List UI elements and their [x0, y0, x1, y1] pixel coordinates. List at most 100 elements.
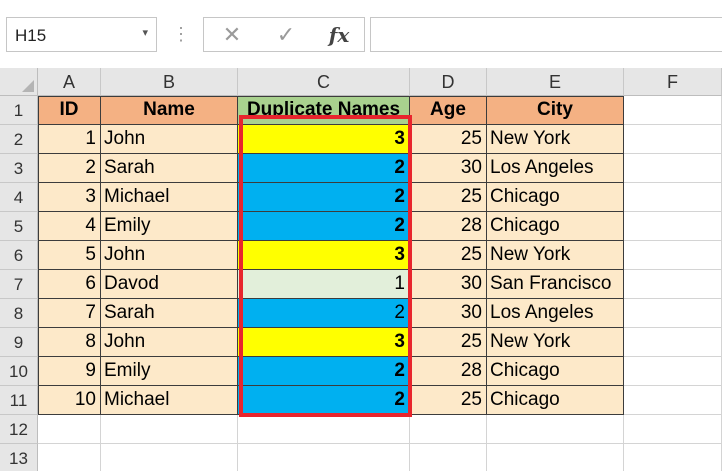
empty-cell[interactable] — [101, 444, 238, 471]
cell-city[interactable]: Chicago — [487, 386, 624, 415]
empty-cell[interactable] — [38, 415, 101, 444]
cell-dup[interactable]: 3 — [238, 125, 410, 154]
empty-cell[interactable] — [238, 415, 410, 444]
row-header-4[interactable]: 4 — [0, 183, 38, 212]
row-header-8[interactable]: 8 — [0, 299, 38, 328]
table-header-age[interactable]: Age — [410, 96, 487, 125]
cell-dup[interactable]: 2 — [238, 212, 410, 241]
cell-name[interactable]: John — [101, 328, 238, 357]
row-header-6[interactable]: 6 — [0, 241, 38, 270]
empty-cell[interactable] — [624, 154, 722, 183]
enter-check-icon[interactable]: ✓ — [266, 20, 306, 50]
cell-id[interactable]: 10 — [38, 386, 101, 415]
cell-id[interactable]: 6 — [38, 270, 101, 299]
row-header-10[interactable]: 10 — [0, 357, 38, 386]
empty-cell[interactable] — [410, 415, 487, 444]
cell-name[interactable]: Sarah — [101, 154, 238, 183]
cell-age[interactable]: 25 — [410, 328, 487, 357]
row-header-11[interactable]: 11 — [0, 386, 38, 415]
cell-dup[interactable]: 1 — [238, 270, 410, 299]
cell-age[interactable]: 25 — [410, 386, 487, 415]
empty-cell[interactable] — [487, 444, 624, 471]
empty-cell[interactable] — [624, 270, 722, 299]
cell-name[interactable]: Davod — [101, 270, 238, 299]
cell-dup[interactable]: 2 — [238, 154, 410, 183]
cell-name[interactable]: Emily — [101, 212, 238, 241]
empty-cell[interactable] — [624, 415, 722, 444]
empty-cell[interactable] — [487, 415, 624, 444]
column-header-a[interactable]: A — [38, 68, 101, 96]
empty-cell[interactable] — [238, 444, 410, 471]
row-header-1[interactable]: 1 — [0, 96, 38, 125]
empty-cell[interactable] — [624, 183, 722, 212]
empty-cell[interactable] — [624, 212, 722, 241]
cell-age[interactable]: 25 — [410, 183, 487, 212]
empty-cell[interactable] — [624, 125, 722, 154]
cell-name[interactable]: John — [101, 241, 238, 270]
empty-cell[interactable] — [101, 415, 238, 444]
empty-cell[interactable] — [624, 444, 722, 471]
row-header-3[interactable]: 3 — [0, 154, 38, 183]
cell-dup[interactable]: 2 — [238, 357, 410, 386]
row-header-5[interactable]: 5 — [0, 212, 38, 241]
drag-handle-icon[interactable]: ⋮ — [172, 21, 190, 47]
column-header-d[interactable]: D — [410, 68, 487, 96]
select-all-corner[interactable] — [0, 68, 38, 96]
table-header-name[interactable]: Name — [101, 96, 238, 125]
empty-cell[interactable] — [624, 328, 722, 357]
cell-age[interactable]: 30 — [410, 299, 487, 328]
column-header-c[interactable]: C — [238, 68, 410, 96]
cell-id[interactable]: 7 — [38, 299, 101, 328]
table-header-city[interactable]: City — [487, 96, 624, 125]
empty-cell[interactable] — [624, 299, 722, 328]
empty-cell[interactable] — [624, 241, 722, 270]
cell-dup[interactable]: 3 — [238, 328, 410, 357]
cell-dup[interactable]: 2 — [238, 299, 410, 328]
chevron-down-icon[interactable]: ▾ — [142, 26, 148, 39]
cell-age[interactable]: 30 — [410, 154, 487, 183]
cell-city[interactable]: Chicago — [487, 212, 624, 241]
cell-name[interactable]: Sarah — [101, 299, 238, 328]
row-header-12[interactable]: 12 — [0, 415, 38, 444]
table-header-dup[interactable]: Duplicate Names — [238, 96, 410, 125]
cell-id[interactable]: 2 — [38, 154, 101, 183]
cell-age[interactable]: 28 — [410, 357, 487, 386]
cell-age[interactable]: 28 — [410, 212, 487, 241]
cell-age[interactable]: 30 — [410, 270, 487, 299]
cell-name[interactable]: Michael — [101, 183, 238, 212]
cell-id[interactable]: 5 — [38, 241, 101, 270]
cell-city[interactable]: Chicago — [487, 357, 624, 386]
cell-city[interactable]: New York — [487, 125, 624, 154]
row-header-2[interactable]: 2 — [0, 125, 38, 154]
cell-city[interactable]: New York — [487, 241, 624, 270]
cell-city[interactable]: New York — [487, 328, 624, 357]
cell-city[interactable]: Chicago — [487, 183, 624, 212]
cell-age[interactable]: 25 — [410, 241, 487, 270]
cell-dup[interactable]: 2 — [238, 386, 410, 415]
empty-cell[interactable] — [624, 96, 722, 125]
cell-dup[interactable]: 3 — [238, 241, 410, 270]
table-header-id[interactable]: ID — [38, 96, 101, 125]
empty-cell[interactable] — [38, 444, 101, 471]
cell-city[interactable]: Los Angeles — [487, 299, 624, 328]
empty-cell[interactable] — [410, 444, 487, 471]
row-header-9[interactable]: 9 — [0, 328, 38, 357]
empty-cell[interactable] — [624, 386, 722, 415]
cell-city[interactable]: Los Angeles — [487, 154, 624, 183]
column-header-e[interactable]: E — [487, 68, 624, 96]
cell-dup[interactable]: 2 — [238, 183, 410, 212]
cell-id[interactable]: 8 — [38, 328, 101, 357]
cell-id[interactable]: 9 — [38, 357, 101, 386]
insert-function-icon[interactable]: fx — [319, 20, 359, 50]
column-header-b[interactable]: B — [101, 68, 238, 96]
row-header-7[interactable]: 7 — [0, 270, 38, 299]
cell-age[interactable]: 25 — [410, 125, 487, 154]
formula-input[interactable] — [370, 17, 722, 52]
row-header-13[interactable]: 13 — [0, 444, 38, 471]
cancel-icon[interactable]: ✕ — [212, 20, 252, 50]
cell-city[interactable]: San Francisco — [487, 270, 624, 299]
cell-name[interactable]: John — [101, 125, 238, 154]
column-header-f[interactable]: F — [624, 68, 722, 96]
cell-id[interactable]: 3 — [38, 183, 101, 212]
name-box[interactable]: H15 ▾ — [6, 17, 157, 52]
